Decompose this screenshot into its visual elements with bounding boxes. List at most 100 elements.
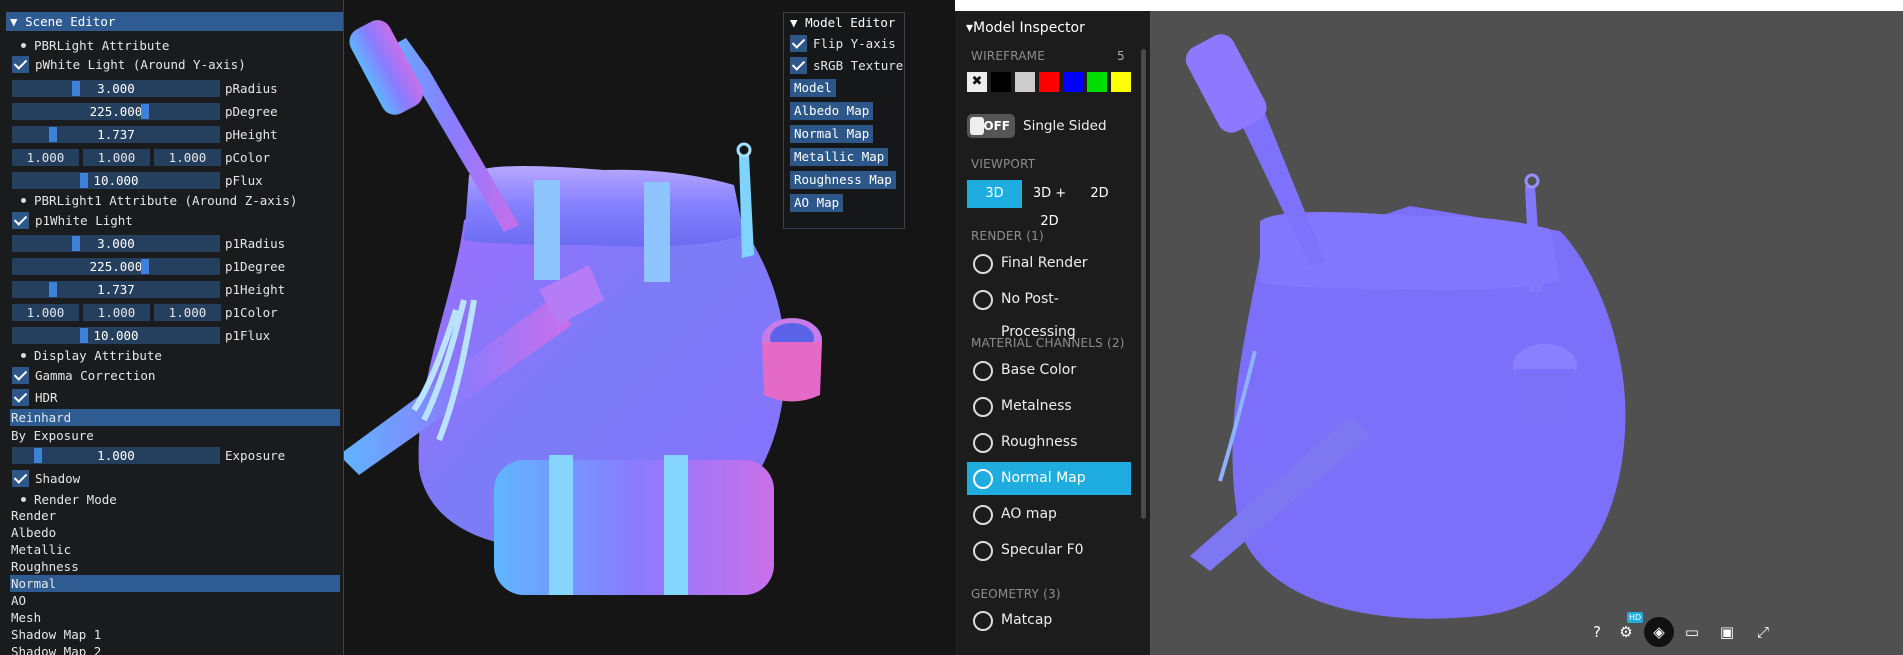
color-g-field[interactable]: 1.000 — [83, 149, 150, 166]
flux-slider[interactable]: 10.000 — [12, 172, 220, 189]
metalness-item[interactable]: Metalness — [967, 390, 1131, 423]
check-icon — [12, 212, 29, 229]
viewer-canvas[interactable]: ? ⚙ HD ◈ ▭ ▣ ⤢ — [1150, 11, 1903, 655]
normal-map-item[interactable]: Normal Map — [967, 462, 1131, 495]
ar-icon[interactable]: ▣ — [1714, 619, 1740, 645]
normal-sphere-icon — [973, 469, 993, 489]
settings-gear-icon[interactable]: ⚙ HD — [1613, 612, 1644, 645]
render-mode-normal[interactable]: Normal — [10, 575, 340, 592]
circle-icon — [973, 611, 993, 631]
roughness-item[interactable]: Roughness — [967, 426, 1131, 459]
white-light1-checkbox[interactable]: p1White Light — [12, 211, 133, 230]
radius-label: pRadius — [225, 81, 278, 96]
layers-icon[interactable]: ◈ — [1644, 617, 1674, 647]
scene-editor-title[interactable]: ▼ Scene Editor — [6, 12, 343, 31]
wire-color-black[interactable] — [991, 72, 1011, 92]
inspector-scrollbar[interactable] — [1141, 49, 1146, 519]
render-mode-metallic[interactable]: Metallic — [10, 541, 338, 558]
ao-map-item[interactable]: AO map — [967, 498, 1131, 531]
check-icon — [790, 57, 807, 74]
viewport-2d-button[interactable]: 2D — [1077, 180, 1122, 208]
color1-r-field[interactable]: 1.000 — [12, 304, 79, 321]
degree1-slider[interactable]: 225.000 — [12, 258, 220, 275]
backpack-render — [1185, 34, 1626, 619]
model-editor-title[interactable]: ▼ Model Editor — [784, 13, 904, 33]
radius1-slider[interactable]: 3.000 — [12, 235, 220, 252]
viewport-3d2d-button[interactable]: 3D + 2D — [1022, 180, 1077, 229]
final-render-item[interactable]: Final Render — [967, 247, 1131, 280]
check-icon — [12, 56, 29, 73]
gamma-correction-checkbox[interactable]: Gamma Correction — [12, 366, 155, 385]
tonemap-exposure[interactable]: By Exposure — [10, 427, 338, 444]
matcap-item[interactable]: Matcap — [967, 604, 1131, 637]
render-mode-ao[interactable]: AO — [10, 592, 338, 609]
flux1-slider[interactable]: 10.000 — [12, 327, 220, 344]
color1-b-field[interactable]: 1.000 — [154, 304, 221, 321]
fullscreen-icon[interactable]: ⤢ — [1750, 619, 1776, 645]
check-icon — [790, 35, 807, 52]
color-b-field[interactable]: 1.000 — [154, 149, 221, 166]
render-section-label: RENDER (1) — [971, 229, 1044, 243]
specular-f0-item[interactable]: Specular F0 — [967, 534, 1131, 567]
circle-icon — [973, 290, 993, 310]
wireframe-off-swatch[interactable]: ✖ — [967, 72, 987, 92]
render-mode-shadow-map-1[interactable]: Shadow Map 1 — [10, 626, 338, 643]
white-light-checkbox[interactable]: pWhite Light (Around Y-axis) — [12, 55, 246, 74]
normal-map-button[interactable]: Normal Map — [790, 125, 874, 143]
hd-badge: HD — [1627, 612, 1644, 623]
render-mode-render[interactable]: Render — [10, 507, 338, 524]
metallic-map-button[interactable]: Metallic Map — [790, 148, 889, 166]
srgb-texture-checkbox[interactable]: sRGB Texture — [784, 55, 904, 77]
single-sided-toggle[interactable]: OFF — [967, 114, 1015, 138]
material-channels-label: MATERIAL CHANNELS (2) — [971, 336, 1125, 350]
wire-color-green[interactable] — [1087, 72, 1107, 92]
degree-slider[interactable]: 225.000 — [12, 103, 220, 120]
color-r-field[interactable]: 1.000 — [12, 149, 79, 166]
help-button[interactable]: ? — [1584, 619, 1610, 645]
shadow-checkbox[interactable]: Shadow — [12, 469, 80, 488]
render-mode-albedo[interactable]: Albedo — [10, 524, 338, 541]
vr-headset-icon[interactable]: ▭ — [1679, 619, 1705, 645]
no-post-processing-item[interactable]: No Post-Processing — [967, 283, 1131, 340]
roughness-map-button[interactable]: Roughness Map — [790, 171, 896, 189]
viewport-3d-button[interactable]: 3D — [967, 180, 1022, 208]
wire-color-red[interactable] — [1039, 72, 1059, 92]
wireframe-label: WIREFRAME — [971, 49, 1046, 63]
render-mode-shadow-map-2[interactable]: Shadow Map 2 — [10, 643, 338, 655]
hdr-checkbox[interactable]: HDR — [12, 388, 58, 407]
render-mode-mesh[interactable]: Mesh — [10, 609, 338, 626]
albedo-map-button[interactable]: Albedo Map — [790, 102, 874, 120]
circle-icon — [973, 254, 993, 274]
height1-slider[interactable]: 1.737 — [12, 281, 220, 298]
height1-label: p1Height — [225, 282, 286, 297]
base-color-item[interactable]: Base Color — [967, 354, 1131, 387]
radius-slider[interactable]: 3.000 — [12, 80, 220, 97]
droplet-icon — [973, 361, 993, 381]
flip-y-checkbox[interactable]: Flip Y-axis — [784, 33, 904, 55]
wire-color-yellow[interactable] — [1111, 72, 1131, 92]
check-icon — [12, 367, 29, 384]
viewer-app: ▾Model Inspector WIREFRAME 5 ✖ OFF Singl… — [955, 0, 1903, 655]
check-icon — [12, 470, 29, 487]
wire-color-grey[interactable] — [1015, 72, 1035, 92]
bolt-icon — [973, 397, 993, 417]
exposure-slider[interactable]: 1.000 — [12, 447, 220, 464]
tonemap-reinhard[interactable]: Reinhard — [10, 409, 340, 426]
pbr-light-header[interactable]: PBRLight Attribute — [12, 36, 169, 55]
render-mode-roughness[interactable]: Roughness — [10, 558, 338, 575]
geometry-label: GEOMETRY (3) — [971, 587, 1061, 601]
viewport-label: VIEWPORT — [971, 157, 1036, 171]
height-slider[interactable]: 1.737 — [12, 126, 220, 143]
pbr-light1-header[interactable]: PBRLight1 Attribute (Around Z-axis) — [12, 191, 297, 210]
color1-g-field[interactable]: 1.000 — [83, 304, 150, 321]
degree1-label: p1Degree — [225, 259, 286, 274]
flux1-label: p1Flux — [225, 328, 271, 343]
model-inspector-title[interactable]: ▾Model Inspector — [966, 20, 1085, 36]
model-button[interactable]: Model — [790, 79, 836, 97]
display-attribute-header[interactable]: Display Attribute — [12, 346, 162, 365]
height-label: pHeight — [225, 127, 278, 142]
exposure-label: Exposure — [225, 448, 286, 463]
wire-color-blue[interactable] — [1063, 72, 1083, 92]
scene-viewport[interactable]: ▼ Model Editor Flip Y-axis sRGB Texture … — [339, 0, 955, 655]
ao-map-button[interactable]: AO Map — [790, 194, 844, 212]
